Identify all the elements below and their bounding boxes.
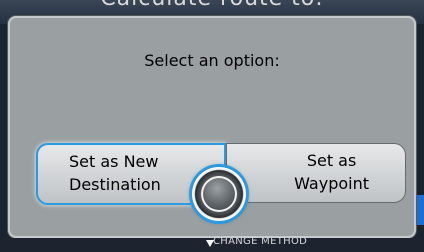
selector-knob-icon[interactable] xyxy=(192,167,246,221)
nav-screen: Calculate route to: Select an option: Se… xyxy=(0,0,424,252)
background-title: Calculate route to: xyxy=(0,0,424,11)
option-label-line2: Destination xyxy=(69,175,161,194)
dialog-prompt: Select an option: xyxy=(144,51,280,70)
set-as-waypoint-button[interactable]: Set as Waypoint xyxy=(226,143,406,203)
option-label: Set as New Destination xyxy=(69,150,161,196)
change-method-hint[interactable]: CHANGE METHOD xyxy=(213,236,307,247)
option-label-line1: Set as xyxy=(306,151,357,170)
background-scroll-indicator xyxy=(416,195,424,225)
knob-center xyxy=(201,176,237,212)
option-label-line2: Waypoint xyxy=(294,174,369,193)
option-label-line1: Set as New xyxy=(69,152,159,171)
option-label: Set as Waypoint xyxy=(294,149,369,195)
